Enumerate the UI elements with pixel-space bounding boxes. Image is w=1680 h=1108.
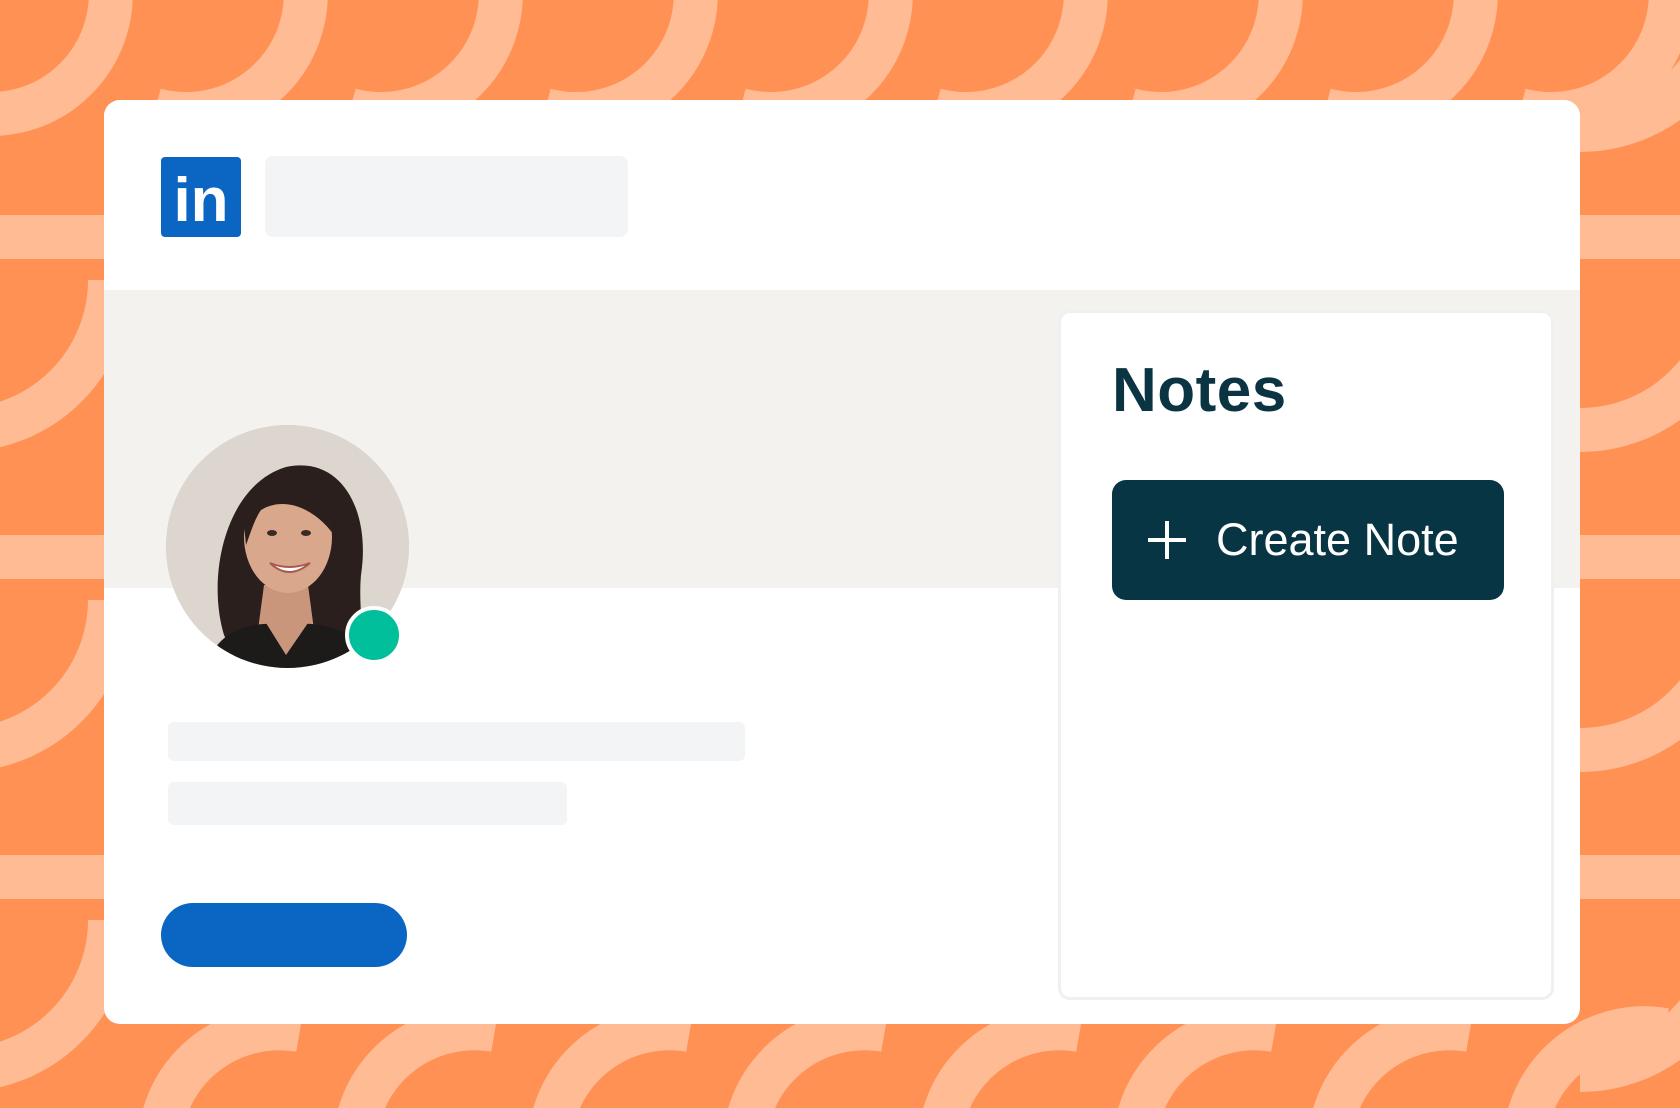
header-bar: in (104, 100, 1580, 290)
notes-title: Notes (1112, 356, 1287, 425)
plus-icon (1148, 521, 1186, 559)
headline-placeholder (168, 782, 567, 825)
profile-card: in Notes Create Note (104, 100, 1580, 1024)
search-bar-placeholder[interactable] (265, 156, 628, 237)
create-note-button[interactable]: Create Note (1112, 480, 1504, 600)
online-status-indicator (345, 606, 403, 664)
connect-button[interactable] (161, 903, 407, 967)
notes-panel: Notes Create Note (1058, 310, 1554, 1000)
linkedin-logo-icon[interactable]: in (161, 157, 241, 237)
page-background: in Notes Create Note (0, 0, 1680, 1108)
svg-text:in: in (173, 166, 228, 235)
create-note-label: Create Note (1216, 514, 1459, 565)
name-placeholder (168, 722, 745, 761)
